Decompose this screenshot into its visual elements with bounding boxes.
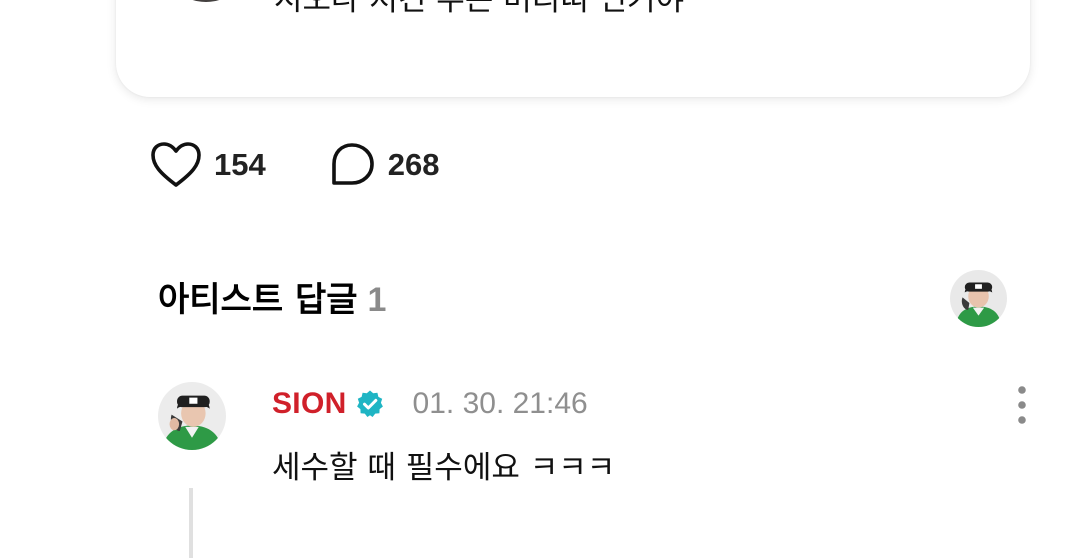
post-actions: 154 268 (150, 140, 501, 190)
more-vertical-icon[interactable] (1008, 384, 1036, 426)
reply-text: 세수할 때 필수에요 ㅋㅋㅋ (272, 450, 616, 486)
reply-timestamp: 01. 30. 21:46 (412, 387, 588, 420)
reply-author-avatar[interactable] (158, 382, 226, 450)
artist-avatar[interactable] (950, 270, 1007, 327)
post-author-avatar[interactable] (161, 0, 251, 2)
verified-badge-icon (356, 390, 383, 417)
artist-replies-heading: 아티스트 답글 1 (158, 278, 386, 322)
like-button[interactable]: 154 (150, 141, 266, 189)
post-card[interactable]: 시오나 저건 무슨 머리띠 인거야 (116, 0, 1030, 97)
comment-button[interactable]: 268 (328, 141, 440, 189)
artist-replies-count: 1 (367, 281, 387, 319)
comment-count: 268 (387, 147, 440, 182)
reply-header: SION 01. 30. 21:46 (272, 387, 588, 421)
heart-icon (151, 142, 201, 187)
speech-bubble-icon (331, 143, 374, 185)
artist-replies-title: 아티스트 답글 (158, 280, 358, 320)
reply-author-name[interactable]: SION (272, 387, 347, 421)
reply-thread-line (189, 488, 193, 558)
post-text: 시오나 저건 무슨 머리띠 인거야 (274, 0, 685, 18)
like-count: 154 (214, 147, 266, 182)
